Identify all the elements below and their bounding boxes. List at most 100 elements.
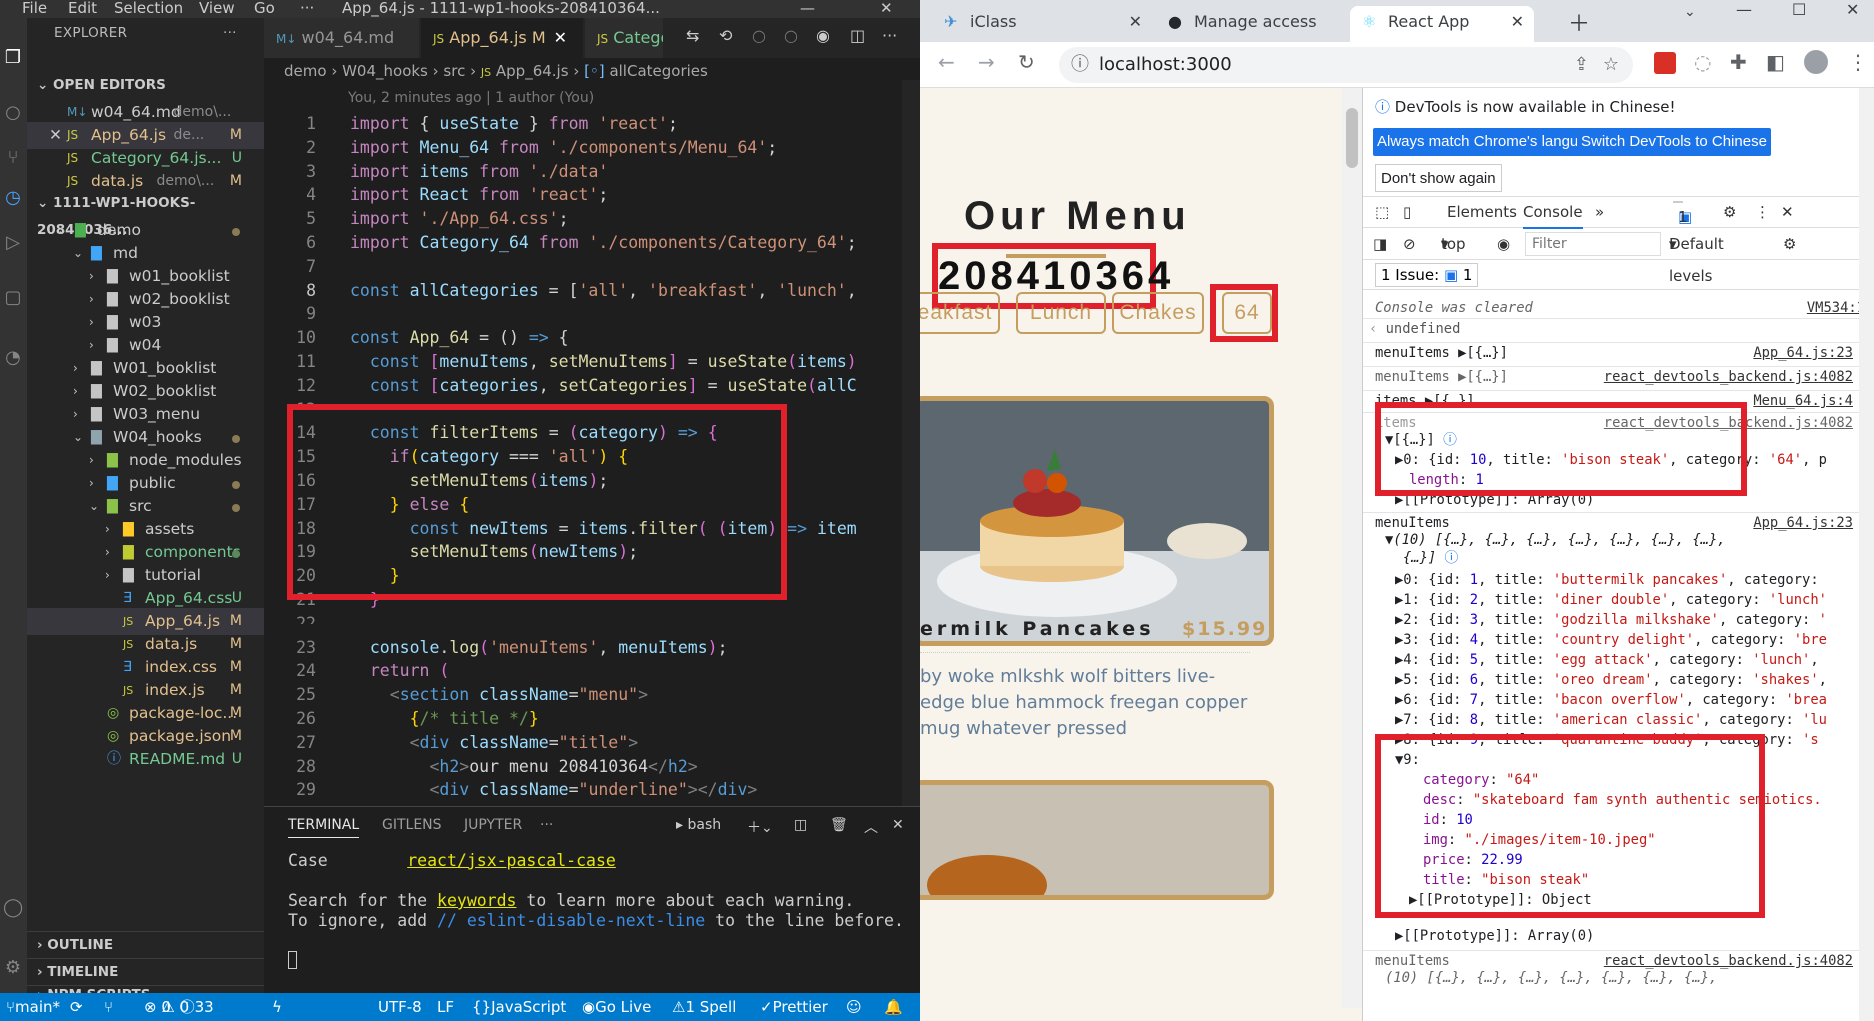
new-tab-icon[interactable]: ＋	[1568, 6, 1590, 38]
git-graph-icon[interactable]: ⑂	[104, 993, 113, 1021]
timeline-icon[interactable]: ◷	[3, 188, 23, 208]
maximize-icon[interactable]: ☐	[1792, 0, 1806, 19]
tab-category-js[interactable]: JS Catego	[585, 18, 663, 58]
menu-selection[interactable]: Selection	[114, 0, 183, 17]
breadcrumb-w04-hooks[interactable]: W04_hooks	[342, 62, 428, 80]
clear-console-icon[interactable]: ⊘	[1403, 228, 1416, 260]
always-match-language-button[interactable]: Always match Chrome's language	[1373, 128, 1608, 156]
console-tree[interactable]: ▶1: {id: 2, title: 'diner double', categ…	[1363, 590, 1874, 610]
issues-link[interactable]: 1 Issue: ▣ 1	[1375, 263, 1479, 287]
console-tree[interactable]: ▶2: {id: 3, title: 'godzilla milkshake',…	[1363, 610, 1874, 630]
console-tree[interactable]: (10) [{…}, {…}, {…}, {…}, {…}, {…}, {…},	[1363, 968, 1874, 988]
tab-app-js[interactable]: JS App_64.js M ✕	[421, 18, 583, 58]
category-button-shakes[interactable]: Chakes	[1112, 292, 1204, 334]
console-tree[interactable]: ▶6: {id: 7, title: 'bacon overflow', cat…	[1363, 690, 1874, 710]
console-tree[interactable]: ▶5: {id: 6, title: 'oreo dream', categor…	[1363, 670, 1874, 690]
status-prettier[interactable]: ✓ Prettier	[760, 993, 828, 1021]
settings-gear-icon[interactable]: ⚙	[1723, 197, 1736, 227]
remote-icon[interactable]: ◔	[3, 348, 23, 368]
extensions-icon[interactable]: ▢	[3, 288, 23, 308]
codelens-blame[interactable]: You, 2 minutes ago | 1 author (You)	[348, 90, 594, 106]
category-button-lunch[interactable]: Lunch	[1016, 292, 1106, 334]
terminal-output[interactable]: Case react/jsx-pascal-case Search for th…	[288, 851, 904, 974]
close-window-icon[interactable]: ✕	[880, 0, 893, 17]
breadcrumb-demo[interactable]: demo	[284, 62, 327, 80]
console-tree[interactable]: ▼(10) [{…}, {…}, {…}, {…}, {…}, {…}, {…}…	[1363, 530, 1874, 550]
terminal-link[interactable]: react/jsx-pascal-case	[407, 851, 616, 870]
close-panel-icon[interactable]: ✕	[892, 817, 904, 833]
terminal-link[interactable]: keywords	[437, 891, 516, 910]
minimize-icon[interactable]: —	[1736, 0, 1752, 19]
outline-section[interactable]: › OUTLINE	[27, 931, 264, 958]
source-control-icon[interactable]: ⑂	[3, 148, 23, 168]
tab-w04-md[interactable]: M↓ w04_64.md	[264, 18, 419, 58]
gitlens-icon[interactable]: ◉	[816, 26, 830, 45]
history-icon[interactable]: ⟲	[719, 26, 732, 45]
device-toolbar-icon[interactable]: ▯	[1403, 197, 1411, 227]
source-link[interactable]: App_64.js:23	[1753, 343, 1853, 363]
console-tree[interactable]: ▶4: {id: 5, title: 'egg attack', categor…	[1363, 650, 1874, 670]
status-encoding[interactable]: UTF-8	[378, 993, 422, 1021]
account-icon[interactable]: ◯	[3, 898, 23, 918]
dont-show-again-button[interactable]: Don't show again	[1375, 164, 1502, 192]
console-scrollbar[interactable]	[1859, 88, 1874, 1021]
menu-more[interactable]: ···	[300, 0, 314, 17]
tab-terminal[interactable]: TERMINAL	[288, 817, 360, 838]
open-editors-section[interactable]: ⌄ OPEN EDITORS	[27, 72, 264, 99]
inspect-icon[interactable]: ⬚	[1375, 197, 1389, 227]
issues-badge[interactable]: ▣ 1	[1673, 201, 1692, 226]
devtools-menu-icon[interactable]: ⋮	[1755, 197, 1770, 227]
console-tree[interactable]: ▶7: {id: 8, title: 'american classic', c…	[1363, 710, 1874, 730]
compare-icon[interactable]: ⇆	[686, 26, 699, 45]
breadcrumb-file[interactable]: App_64.js	[496, 62, 569, 80]
editor-scrollbar[interactable]	[902, 80, 920, 806]
sync-icon[interactable]: ⟳	[70, 993, 83, 1021]
console-tree[interactable]: ▶0: {id: 1, title: 'buttermilk pancakes'…	[1363, 570, 1874, 590]
forward-icon[interactable]: ○	[784, 26, 798, 45]
browser-tab-iclass[interactable]: ✈ iClass ✕	[932, 6, 1152, 42]
browser-tab-react-app[interactable]: ⚛ React App ✕	[1350, 6, 1534, 42]
reload-icon[interactable]: ↻	[1018, 50, 1035, 74]
tab-jupyter[interactable]: JUPYTER	[464, 817, 522, 833]
terminal-shell[interactable]: ▸ bash	[676, 817, 721, 833]
source-link[interactable]: Menu_64.js:4	[1753, 391, 1853, 411]
status-golive[interactable]: ◉ Go Live	[582, 993, 651, 1021]
close-tab-icon[interactable]: ✕	[554, 28, 567, 47]
chrome-menu-icon[interactable]: ⋮	[1848, 50, 1868, 74]
log-levels-select[interactable]: Default levels ▾	[1669, 228, 1724, 285]
split-editor-icon[interactable]: ◫	[850, 26, 865, 45]
console-settings-icon[interactable]: ⚙	[1783, 228, 1796, 260]
tab-elements[interactable]: Elements	[1447, 197, 1517, 227]
feedback-icon[interactable]: ☺	[846, 993, 862, 1021]
share-icon[interactable]: ⇪	[1574, 47, 1589, 83]
tab-search-icon[interactable]: ⌄	[1684, 4, 1696, 20]
menu-go[interactable]: Go	[254, 0, 275, 17]
maximize-panel-icon[interactable]: ︿	[864, 817, 878, 837]
switch-language-button[interactable]: Switch DevTools to Chinese	[1577, 128, 1771, 156]
browser-tab-github[interactable]: ●Manage access✕	[1156, 6, 1376, 42]
page-scrollbar[interactable]	[1342, 88, 1362, 1008]
new-terminal-icon[interactable]: ＋⌄	[747, 817, 773, 837]
menu-view[interactable]: View	[199, 0, 235, 17]
search-icon[interactable]: ○	[3, 103, 23, 123]
console-tree[interactable]: ▶[[Prototype]]: Array(0)	[1363, 926, 1874, 946]
extension-icon[interactable]: ◌	[1694, 50, 1711, 74]
kill-terminal-icon[interactable]: 🗑	[830, 817, 848, 833]
breadcrumb-src[interactable]: src	[443, 62, 465, 80]
status-problems[interactable]: ⊗ 0 ⚠ 0 ⓘ 33	[144, 993, 214, 1021]
tree-file[interactable]: ⓘ README.md U	[27, 746, 264, 773]
more-actions-icon[interactable]: ···	[223, 18, 237, 48]
status-branch[interactable]: ⑂ main*	[6, 993, 60, 1021]
close-devtools-icon[interactable]: ✕	[1781, 197, 1794, 227]
close-tab-icon[interactable]: ✕	[1511, 6, 1524, 38]
status-language[interactable]: {} JavaScript	[472, 993, 566, 1021]
explorer-icon[interactable]: ❐	[3, 48, 23, 68]
sidebar-toggle-icon[interactable]: ◨	[1373, 228, 1387, 260]
context-select[interactable]: top ▾	[1441, 228, 1466, 260]
source-link[interactable]: react_devtools_backend.js:4082	[1604, 367, 1853, 387]
timeline-section[interactable]: › TIMELINE	[27, 958, 264, 985]
minimize-icon[interactable]: —	[800, 0, 815, 17]
forward-icon[interactable]: →	[978, 50, 995, 74]
eye-icon[interactable]: ◉	[1497, 228, 1510, 260]
lightning-icon[interactable]: ϟ	[272, 993, 282, 1021]
